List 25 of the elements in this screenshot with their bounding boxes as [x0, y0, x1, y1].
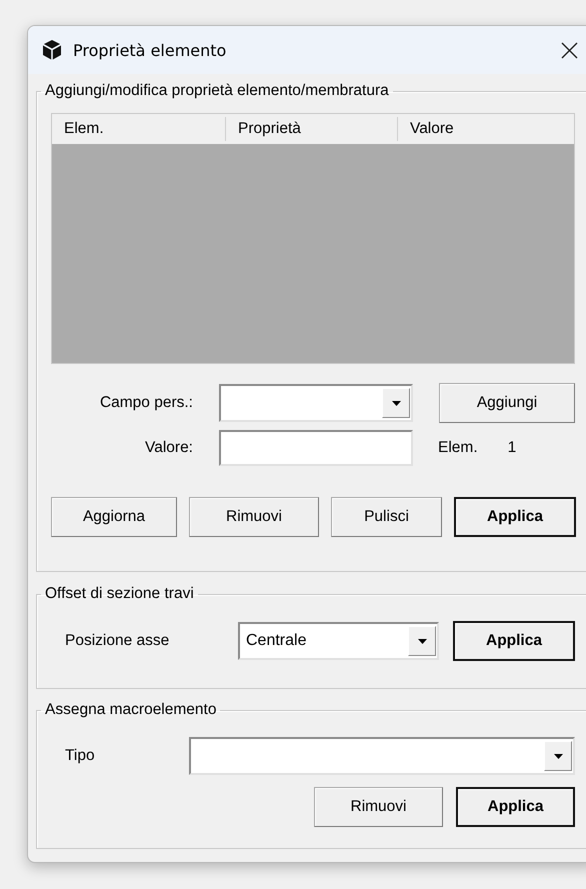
field-label: Valore:: [144, 439, 193, 457]
button[interactable]: Rimuovi: [314, 787, 443, 827]
field-label: Campo pers.:: [98, 394, 193, 412]
input-field[interactable]: [219, 430, 413, 466]
field-label: Tipo: [64, 747, 96, 765]
button[interactable]: Applica: [453, 621, 575, 661]
field-label: Posizione asse: [64, 632, 170, 650]
column-header[interactable]: Valore: [398, 117, 574, 141]
button[interactable]: Pulisci: [331, 497, 442, 537]
element-label: Elem.: [438, 439, 478, 457]
close-icon[interactable]: [561, 42, 578, 58]
cube-icon: [41, 39, 63, 61]
column-header[interactable]: Proprietà: [226, 117, 398, 141]
group-title: Assegna macroelemento: [44, 701, 218, 719]
button[interactable]: Aggiungi: [439, 383, 575, 423]
button[interactable]: Applica: [454, 497, 576, 537]
window-title: Proprietà elemento: [73, 40, 228, 60]
dropdown[interactable]: Centrale: [238, 622, 439, 660]
button[interactable]: Aggiorna: [51, 497, 177, 537]
element-count: 1: [508, 439, 516, 457]
group-title: Aggiungi/modifica proprietà elemento/membratura: [44, 82, 390, 100]
button[interactable]: Rimuovi: [189, 497, 319, 537]
button[interactable]: Applica: [456, 787, 575, 827]
column-header[interactable]: Elem.: [52, 117, 226, 141]
group-title: Offset di sezione travi: [44, 585, 195, 603]
